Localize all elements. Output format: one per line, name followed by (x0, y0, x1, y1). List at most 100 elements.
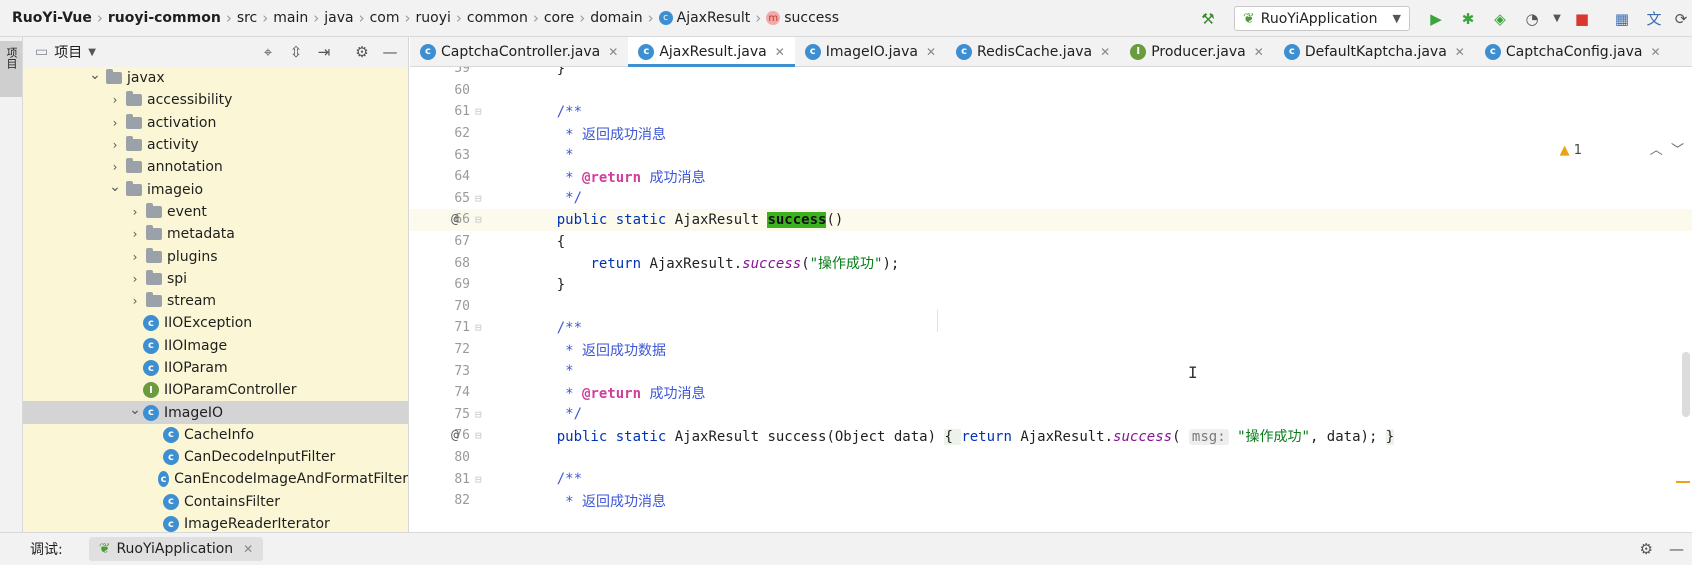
gear-icon[interactable]: ⚙ (348, 43, 376, 61)
tree-item[interactable]: c ImageReaderIterator (23, 513, 408, 532)
chevron-right-icon[interactable]: › (107, 93, 123, 107)
editor-tab[interactable]: I Producer.java ✕ (1120, 37, 1274, 66)
debug-session-tab[interactable]: ❦ RuoYiApplication ✕ (88, 537, 264, 561)
code-line[interactable]: 61 ⊟ /** (410, 101, 1692, 123)
close-icon[interactable]: ✕ (926, 45, 936, 59)
code-line[interactable]: 70 (410, 296, 1692, 318)
project-panel-title[interactable]: 项目 (54, 42, 82, 62)
code-line[interactable]: 69 } (410, 274, 1692, 296)
code-line[interactable]: 82 * 返回成功消息 (410, 490, 1692, 512)
chevron-right-icon[interactable]: › (127, 250, 143, 264)
tree-item[interactable]: c CanDecodeInputFilter (23, 446, 408, 468)
more-run-chevron-icon[interactable]: ▼ (1550, 5, 1564, 33)
tree-item[interactable]: › annotation (23, 156, 408, 178)
tree-item[interactable]: › plugins (23, 245, 408, 267)
chevron-down-icon[interactable]: ⌄ (87, 67, 103, 83)
code-line[interactable]: 71 ⊟ /** (410, 317, 1692, 339)
tree-item[interactable]: › stream (23, 290, 408, 312)
code-line[interactable]: 64 * @return 成功消息 (410, 166, 1692, 188)
chevron-down-icon[interactable]: ▼ (88, 47, 96, 58)
tree-item[interactable]: ⌄ javax (23, 67, 408, 89)
breadcrumb-item[interactable]: › com (354, 9, 400, 27)
run-config-select[interactable]: ❦ RuoYiApplication ▼ (1234, 6, 1410, 31)
chevron-up-icon[interactable]: ︿ (1650, 143, 1663, 158)
close-icon[interactable]: ✕ (243, 542, 253, 556)
chevron-right-icon[interactable]: › (127, 227, 143, 241)
run-icon[interactable]: ▶ (1422, 5, 1450, 33)
tree-item[interactable]: ⌄ imageio (23, 178, 408, 200)
code-line[interactable]: 65 ⊟ */ (410, 188, 1692, 210)
inspection-warning-badge[interactable]: ▲ 1 (1560, 143, 1582, 158)
editor-tab[interactable]: c CaptchaConfig.java ✕ (1475, 37, 1671, 66)
stop-icon[interactable]: ■ (1568, 5, 1596, 33)
editor-tab[interactable]: c RedisCache.java ✕ (946, 37, 1120, 66)
breadcrumb-item[interactable]: › java (308, 9, 353, 27)
code-line[interactable]: 73 * (410, 360, 1692, 382)
code-editor[interactable]: 59 } 60 61 ⊟ /** 62 * 返回成功消息 63 * 64 * @return… (410, 67, 1692, 532)
code-line[interactable]: 80 (410, 447, 1692, 469)
gear-icon[interactable]: ⚙ (1640, 540, 1653, 558)
override-marker-icon[interactable]: @ (451, 212, 459, 227)
breadcrumb-item[interactable]: › common (451, 9, 528, 27)
chevron-down-icon[interactable]: ⌄ (127, 402, 143, 418)
code-line[interactable]: 72 * 返回成功数据 (410, 339, 1692, 361)
tree-item[interactable]: c IIOParam (23, 357, 408, 379)
fold-marker-icon[interactable]: ⊟ (475, 473, 482, 486)
tree-item[interactable]: › event (23, 201, 408, 223)
breadcrumb-item[interactable]: › domain (574, 9, 642, 27)
coverage-icon[interactable]: ◈ (1486, 5, 1514, 33)
breadcrumb-item[interactable]: RuoYi-Vue (12, 10, 92, 26)
editor-tab[interactable]: c DefaultKaptcha.java ✕ (1274, 37, 1475, 66)
close-icon[interactable]: ✕ (1455, 45, 1465, 59)
editor-tab[interactable]: c ImageIO.java ✕ (795, 37, 946, 66)
code-line[interactable]: 63 * (410, 144, 1692, 166)
chevron-right-icon[interactable]: › (107, 138, 123, 152)
override-marker-icon[interactable]: @ (451, 428, 459, 443)
warning-stripe-marker[interactable] (1676, 481, 1690, 483)
code-line[interactable]: 60 (410, 80, 1692, 102)
tree-item[interactable]: c IIOImage (23, 335, 408, 357)
build-hammer-icon[interactable]: ⚒ (1194, 5, 1222, 33)
code-line[interactable]: 75 ⊟ */ (410, 404, 1692, 426)
editor-tab[interactable]: c CaptchaController.java ✕ (410, 37, 628, 66)
chevron-right-icon[interactable]: › (107, 116, 123, 130)
breadcrumb-item[interactable]: › ruoyi (400, 9, 451, 27)
chevron-right-icon[interactable]: › (107, 160, 123, 174)
chevron-right-icon[interactable]: › (127, 272, 143, 286)
breadcrumb-item[interactable]: › main (257, 9, 308, 27)
code-line[interactable]: 62 * 返回成功消息 (410, 123, 1692, 145)
breadcrumb-item[interactable]: › c AjaxResult (643, 9, 751, 27)
fold-marker-icon[interactable]: ⊟ (475, 105, 482, 118)
chevron-right-icon[interactable]: › (127, 294, 143, 308)
code-line[interactable]: 66 @ ⊟ public static AjaxResult success() (410, 209, 1692, 231)
fold-marker-icon[interactable]: ⊟ (475, 429, 482, 442)
fold-marker-icon[interactable]: ⊟ (475, 321, 482, 334)
code-line[interactable]: 68 return AjaxResult.success("操作成功"); (410, 252, 1692, 274)
minimize-icon[interactable]: — (1669, 540, 1684, 558)
chevron-right-icon[interactable]: › (127, 205, 143, 219)
minimize-icon[interactable]: — (376, 43, 404, 61)
editor-scrollbar-thumb[interactable] (1682, 352, 1690, 417)
breadcrumb-item[interactable]: › ruoyi-common (92, 9, 221, 27)
tree-item[interactable]: c CanEncodeImageAndFormatFilter (23, 468, 408, 490)
refresh-icon[interactable]: ⟳ (1672, 5, 1690, 33)
close-icon[interactable]: ✕ (1254, 45, 1264, 59)
breadcrumb-item[interactable]: › core (528, 9, 574, 27)
code-line[interactable]: 67 { (410, 231, 1692, 253)
tree-item[interactable]: c ContainsFilter (23, 491, 408, 513)
code-line[interactable]: 81 ⊟ /** (410, 468, 1692, 490)
close-icon[interactable]: ✕ (608, 45, 618, 59)
debug-bug-icon[interactable]: ✱ (1454, 5, 1482, 33)
profile-icon[interactable]: ◔ (1518, 5, 1546, 33)
expand-all-icon[interactable]: ⇳ (282, 43, 310, 61)
code-line[interactable]: 74 * @return 成功消息 (410, 382, 1692, 404)
fold-marker-icon[interactable]: ⊟ (475, 192, 482, 205)
tree-item[interactable]: › metadata (23, 223, 408, 245)
tree-item[interactable]: › accessibility (23, 89, 408, 111)
breadcrumb-item[interactable]: › src (221, 9, 257, 27)
chevron-down-icon[interactable]: ⌄ (107, 179, 123, 195)
code-line[interactable]: 59 } (410, 67, 1692, 80)
project-tool-tab[interactable]: 项目 (0, 41, 22, 97)
breadcrumb-item[interactable]: › m success (750, 9, 839, 27)
tree-item[interactable]: I IIOParamController (23, 379, 408, 401)
